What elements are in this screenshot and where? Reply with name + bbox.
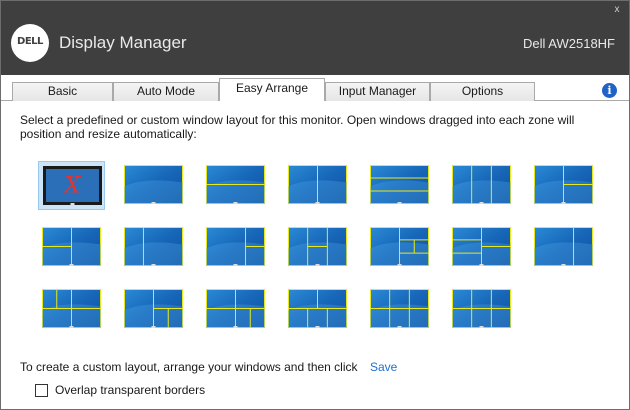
layout-preview-narrow-left-wide-right [124, 227, 183, 266]
layout-thumbnail-grid-2x3[interactable] [448, 285, 515, 334]
monitor-name: Dell AW2518HF [523, 36, 615, 51]
layout-preview-quad-split-left [42, 289, 101, 328]
layout-thumbnail-left-plus-two-right[interactable] [530, 161, 597, 210]
no-layout-x-icon: X [63, 174, 82, 199]
tab-basic[interactable]: Basic [12, 82, 113, 101]
monitor-stand [479, 264, 484, 266]
layout-preview-grid-2x3-left [452, 227, 511, 266]
monitor-stand [479, 202, 484, 204]
monitor-stand [397, 326, 402, 328]
wallpaper-wave [206, 242, 265, 266]
wallpaper-wave [370, 180, 429, 204]
layout-thumbnail-quad-split-left[interactable] [38, 285, 105, 334]
wallpaper-wave [534, 242, 593, 266]
monitor-stand [397, 264, 402, 266]
tab-easy-arrange[interactable]: Easy Arrange [219, 78, 325, 101]
layout-preview-top-three-bottom-three [370, 289, 429, 328]
monitor-stand [315, 264, 320, 266]
layout-thumbnail-full[interactable] [120, 161, 187, 210]
layout-preview-wide-left-narrow-right [534, 227, 593, 266]
layout-preview-left-plus-two-right [534, 165, 593, 204]
layout-preview-three-rows [370, 165, 429, 204]
wallpaper-wave [124, 242, 183, 266]
layout-preview-grid-2x3 [452, 289, 511, 328]
overlap-borders-checkbox[interactable] [35, 384, 48, 397]
layout-preview-full [124, 165, 183, 204]
layout-preview-three-columns-split-middle [288, 227, 347, 266]
wallpaper-wave [370, 304, 429, 328]
layout-thumbnail-wide-left-narrow-right[interactable] [530, 223, 597, 272]
layout-thumbnail-three-columns[interactable] [448, 161, 515, 210]
layout-thumbnail-top-bottom[interactable] [202, 161, 269, 210]
layout-preview-top-bottom [206, 165, 265, 204]
monitor-stand [233, 326, 238, 328]
info-icon[interactable]: i [602, 83, 617, 98]
layout-preview-left-right [288, 165, 347, 204]
wallpaper-wave [206, 180, 265, 204]
layout-thumbnail-three-rows[interactable] [366, 161, 433, 210]
layout-preview-two-left-plus-right [42, 227, 101, 266]
wallpaper-wave [288, 242, 347, 266]
layout-preview-top-two-bottom-three [288, 289, 347, 328]
layout-preview-quad-split-right [124, 289, 183, 328]
tab-options[interactable]: Options [430, 82, 535, 101]
layout-thumbnail-left-full-split-right[interactable] [202, 285, 269, 334]
layout-thumbnail-two-left-plus-right[interactable] [38, 223, 105, 272]
monitor-stand [151, 264, 156, 266]
layout-thumbnail-narrow-left-wide-right[interactable] [120, 223, 187, 272]
monitor-stand [561, 202, 566, 204]
easy-arrange-description: Select a predefined or custom window lay… [20, 113, 575, 141]
layout-thumbnail-top-three-bottom-three[interactable] [366, 285, 433, 334]
app-title: Display Manager [59, 33, 187, 52]
monitor-stand [69, 326, 74, 328]
overlap-borders-label: Overlap transparent borders [55, 383, 206, 397]
layout-thumbnail-wide-left-four-right[interactable] [366, 223, 433, 272]
close-icon[interactable]: x [611, 4, 623, 16]
layout-preview-left-full-split-right [206, 289, 265, 328]
layout-thumbnail-top-two-bottom-three[interactable] [284, 285, 351, 334]
monitor-stand [561, 264, 566, 266]
monitor-stand [233, 264, 238, 266]
monitor-stand [315, 326, 320, 328]
layout-thumbnail-quad-split-right[interactable] [120, 285, 187, 334]
monitor-stand [397, 202, 402, 204]
monitor-stand [69, 264, 74, 266]
layout-thumbnail-grid-2x3-left[interactable] [448, 223, 515, 272]
save-link[interactable]: Save [370, 360, 397, 374]
monitor-stand [479, 326, 484, 328]
monitor-stand [151, 326, 156, 328]
tab-input-manager[interactable]: Input Manager [325, 82, 430, 101]
wallpaper-wave [452, 180, 511, 204]
display-manager-window: DELL Display Manager Dell AW2518HF x Bas… [0, 0, 630, 410]
monitor-stand [233, 202, 238, 204]
monitor-stand [151, 202, 156, 204]
dell-logo: DELL [11, 24, 49, 62]
monitor-stand [315, 202, 320, 204]
layout-preview-wide-left-four-right [370, 227, 429, 266]
layout-preview-wide-left-split-right [206, 227, 265, 266]
layout-preview-three-columns [452, 165, 511, 204]
wallpaper-wave [124, 180, 183, 204]
title-bar: DELL Display Manager Dell AW2518HF x [1, 1, 629, 75]
layout-thumbnail-left-right[interactable] [284, 161, 351, 210]
layout-thumbnail-wide-left-split-right[interactable] [202, 223, 269, 272]
wallpaper-wave [452, 304, 511, 328]
tab-auto-mode[interactable]: Auto Mode [113, 82, 219, 101]
layout-thumbnail-none[interactable]: X [38, 161, 105, 210]
layout-preview-none: X [43, 166, 102, 205]
layout-thumbnail-three-columns-split-middle[interactable] [284, 223, 351, 272]
custom-layout-hint: To create a custom layout, arrange your … [20, 360, 358, 374]
monitor-stand [70, 203, 75, 205]
